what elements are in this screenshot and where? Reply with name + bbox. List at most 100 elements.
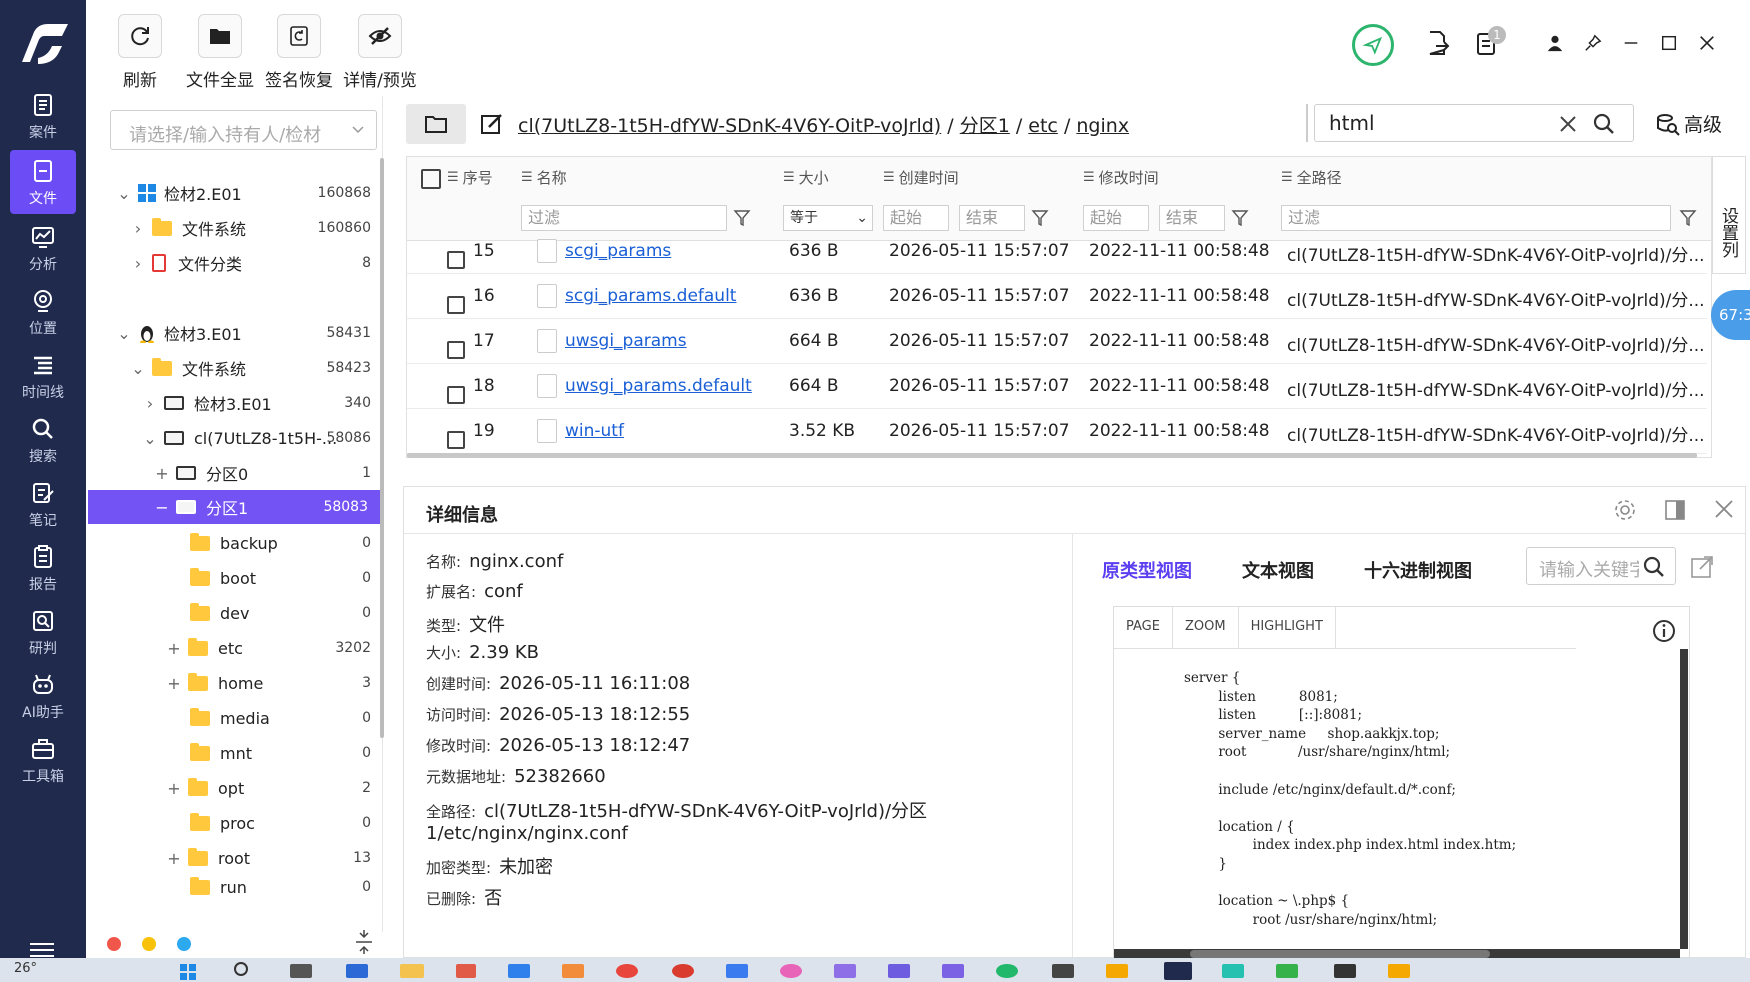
- rail-item-notes[interactable]: 笔记: [10, 472, 76, 536]
- name-filter-input[interactable]: 过滤: [521, 205, 727, 231]
- tree-node[interactable]: media 0: [98, 701, 383, 735]
- search-icon[interactable]: [234, 962, 248, 976]
- breadcrumb-partition[interactable]: 分区1: [960, 115, 1010, 137]
- keyword-search-box[interactable]: 请输入关键字: [1526, 547, 1676, 585]
- rail-item-report[interactable]: 报告: [10, 536, 76, 600]
- tree-node[interactable]: › 文件系统 160860: [98, 211, 383, 245]
- rail-item-location[interactable]: 位置: [10, 280, 76, 344]
- rail-item-judgement[interactable]: 研判: [10, 600, 76, 664]
- tree-node[interactable]: proc 0: [98, 806, 383, 840]
- chevron-down-icon[interactable]: ⌄: [142, 429, 158, 448]
- filter-icon[interactable]: [1231, 209, 1249, 227]
- tree-node[interactable]: + home 3: [98, 666, 383, 700]
- collapse-minus-icon[interactable]: −: [154, 498, 170, 517]
- rail-item-file[interactable]: 文件: [10, 150, 76, 214]
- app-icon[interactable]: [1164, 962, 1192, 980]
- filter-icon[interactable]: [1679, 209, 1697, 227]
- column-modified[interactable]: ☰ 修改时间: [1083, 157, 1159, 197]
- modified-start-input[interactable]: 起始: [1083, 205, 1149, 231]
- app-icon[interactable]: [1052, 964, 1074, 978]
- filter-icon[interactable]: [1031, 209, 1049, 227]
- viewer-tab-highlight[interactable]: HIGHLIGHT: [1239, 607, 1336, 648]
- rail-item-case[interactable]: 案件: [10, 84, 76, 148]
- column-name[interactable]: ☰ 名称: [521, 157, 567, 197]
- terminal-icon[interactable]: [1334, 964, 1356, 978]
- rail-item-timeline[interactable]: 时间线: [10, 344, 76, 408]
- search-box[interactable]: html: [1314, 104, 1634, 142]
- select-all-checkbox[interactable]: [421, 169, 441, 189]
- tree-node[interactable]: ⌄ cl(7UtLZ8-1t5H-... 58086: [98, 421, 383, 455]
- shield-status-button[interactable]: [1352, 24, 1394, 66]
- tree-node[interactable]: › 文件分类 8: [98, 246, 383, 280]
- file-name-link[interactable]: win-utf: [565, 421, 624, 441]
- app-icon[interactable]: [888, 964, 910, 978]
- viewer-tab-page[interactable]: PAGE: [1114, 607, 1173, 648]
- close-icon[interactable]: [1714, 499, 1734, 519]
- file-name-link[interactable]: uwsgi_params: [565, 331, 687, 351]
- app-icon[interactable]: [562, 964, 584, 978]
- column-created[interactable]: ☰ 创建时间: [883, 157, 959, 197]
- search-input[interactable]: html: [1329, 111, 1375, 135]
- tree-node[interactable]: backup 0: [98, 526, 383, 560]
- tree-node[interactable]: + 分区0 1: [98, 456, 383, 490]
- row-checkbox[interactable]: [447, 341, 465, 359]
- app-icon[interactable]: [346, 964, 368, 978]
- browse-folder-button[interactable]: [406, 104, 466, 144]
- hamburger-menu-icon[interactable]: [30, 942, 54, 958]
- table-row[interactable]: 17 uwsgi_params 664 B 2026-05-11 15:57:0…: [407, 319, 1707, 364]
- modified-end-input[interactable]: 结束: [1159, 205, 1225, 231]
- tree-node[interactable]: + etc 3202: [98, 631, 383, 665]
- expand-plus-icon[interactable]: +: [166, 639, 182, 658]
- search-icon[interactable]: [1593, 113, 1615, 135]
- tab-prototype-view[interactable]: 原类型视图: [1102, 557, 1192, 583]
- expand-plus-icon[interactable]: +: [166, 779, 182, 798]
- file-name-link[interactable]: uwsgi_params.default: [565, 376, 752, 396]
- red-dot-icon[interactable]: [107, 937, 121, 951]
- keyword-input[interactable]: 请输入关键字: [1539, 556, 1639, 582]
- tree-node[interactable]: boot 0: [98, 561, 383, 595]
- tree-node-selected[interactable]: − 分区1 58083: [88, 490, 380, 524]
- expand-plus-icon[interactable]: +: [166, 849, 182, 868]
- chevron-down-icon[interactable]: ⌄: [130, 359, 146, 378]
- file-name-link[interactable]: scgi_params: [565, 241, 671, 261]
- created-start-input[interactable]: 起始: [883, 205, 949, 231]
- app-icon[interactable]: [508, 964, 530, 978]
- app-icon[interactable]: [1276, 964, 1298, 978]
- column-size[interactable]: ☰ 大小: [783, 157, 829, 197]
- info-icon[interactable]: [1652, 619, 1676, 643]
- rail-item-search[interactable]: 搜索: [10, 408, 76, 472]
- chevron-right-icon[interactable]: ›: [130, 254, 146, 273]
- detail-preview-button[interactable]: 详情/预览: [340, 14, 420, 91]
- table-row[interactable]: 15 scgi_params 636 B 2026-05-11 15:57:07…: [407, 229, 1707, 274]
- rail-item-ai-assistant[interactable]: AI助手: [10, 664, 76, 728]
- floating-progress-badge[interactable]: 67:3: [1711, 290, 1750, 340]
- app-icon[interactable]: [456, 964, 476, 978]
- refresh-button[interactable]: 刷新: [112, 14, 168, 91]
- path-filter-input[interactable]: 过滤: [1281, 205, 1671, 231]
- app-icon[interactable]: [996, 964, 1018, 978]
- app-icon[interactable]: [834, 964, 856, 978]
- horizontal-scrollbar[interactable]: [407, 453, 1697, 458]
- close-window-button[interactable]: [1694, 30, 1720, 56]
- search-icon[interactable]: [1643, 556, 1665, 578]
- gear-icon[interactable]: [1614, 499, 1636, 521]
- tree-node[interactable]: dev 0: [98, 596, 383, 630]
- tree-node[interactable]: + root 13: [98, 841, 383, 875]
- browser-icon[interactable]: [616, 964, 638, 978]
- tab-hex-view[interactable]: 十六进制视图: [1364, 557, 1472, 583]
- table-row[interactable]: 19 win-utf 3.52 KB 2026-05-11 15:57:07 2…: [407, 409, 1707, 454]
- set-columns-button[interactable]: 设置列: [1712, 156, 1746, 274]
- expand-plus-icon[interactable]: +: [154, 464, 170, 483]
- blue-dot-icon[interactable]: [177, 937, 191, 951]
- app-icon[interactable]: [780, 964, 802, 978]
- app-icon[interactable]: [942, 964, 964, 978]
- minimize-button[interactable]: [1618, 30, 1644, 56]
- clear-search-icon[interactable]: [1559, 115, 1577, 133]
- chevron-right-icon[interactable]: ›: [130, 219, 146, 238]
- yellow-dot-icon[interactable]: [142, 937, 156, 951]
- expand-plus-icon[interactable]: +: [166, 674, 182, 693]
- chevron-down-icon[interactable]: ⌄: [116, 184, 132, 203]
- advanced-search-button[interactable]: 高级: [1656, 110, 1722, 137]
- tree-node[interactable]: mnt 0: [98, 736, 383, 770]
- size-operator-select[interactable]: 等于 ⌄: [783, 205, 873, 231]
